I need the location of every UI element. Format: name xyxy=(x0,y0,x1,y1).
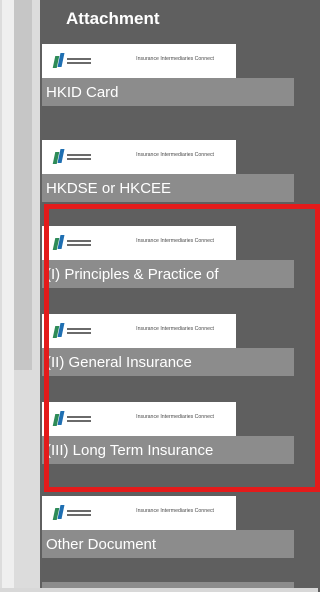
thumbnail-brand-text: Insurance Intermediaries Connect xyxy=(136,56,214,62)
ia-logo-icon xyxy=(52,323,65,339)
ia-logo-icon xyxy=(52,411,65,427)
document-thumbnail[interactable]: Insurance Intermediaries Connect xyxy=(42,314,236,348)
logo-text-lines xyxy=(67,326,91,336)
attachment-label[interactable]: HKDSE or HKCEE xyxy=(42,174,294,202)
document-thumbnail[interactable]: Insurance Intermediaries Connect xyxy=(42,496,236,530)
logo-text-lines xyxy=(67,508,91,518)
attachment-card-long-term-insurance[interactable]: Insurance Intermediaries Connect (III) L… xyxy=(42,402,294,464)
attachment-label[interactable]: (I) Principles & Practice of xyxy=(42,260,294,288)
left-gutter xyxy=(0,0,40,592)
attachment-card-principles[interactable]: Insurance Intermediaries Connect (I) Pri… xyxy=(42,226,294,288)
ia-logo-icon xyxy=(52,149,65,165)
attachment-label[interactable]: (III) Long Term Insurance xyxy=(42,436,294,464)
scrollbar-track[interactable] xyxy=(2,0,14,592)
logo-text-lines xyxy=(67,152,91,162)
attachment-label[interactable]: HKID Card xyxy=(42,78,294,106)
thumbnail-brand-text: Insurance Intermediaries Connect xyxy=(136,238,214,244)
document-thumbnail[interactable]: Insurance Intermediaries Connect xyxy=(42,140,236,174)
bottom-edge xyxy=(0,588,318,592)
attachment-label[interactable]: (II) General Insurance xyxy=(42,348,294,376)
logo-text-lines xyxy=(67,56,91,66)
scrollbar-thumb[interactable] xyxy=(14,0,32,370)
logo-text-lines xyxy=(67,414,91,424)
document-thumbnail[interactable]: Insurance Intermediaries Connect xyxy=(42,226,236,260)
logo-text-lines xyxy=(67,238,91,248)
panel-title: Attachment xyxy=(66,9,160,28)
thumbnail-brand-text: Insurance Intermediaries Connect xyxy=(136,414,214,420)
thumbnail-brand-text: Insurance Intermediaries Connect xyxy=(136,152,214,158)
document-thumbnail[interactable]: Insurance Intermediaries Connect xyxy=(42,402,236,436)
document-thumbnail[interactable]: Insurance Intermediaries Connect xyxy=(42,44,236,78)
ia-logo-icon xyxy=(52,53,65,69)
attachment-card-other-document[interactable]: Insurance Intermediaries Connect Other D… xyxy=(42,496,294,558)
attachment-card-hkdse[interactable]: Insurance Intermediaries Connect HKDSE o… xyxy=(42,140,294,202)
thumbnail-brand-text: Insurance Intermediaries Connect xyxy=(136,326,214,332)
attachment-card-general-insurance[interactable]: Insurance Intermediaries Connect (II) Ge… xyxy=(42,314,294,376)
thumbnail-brand-text: Insurance Intermediaries Connect xyxy=(136,508,214,514)
attachment-card-hkid[interactable]: Insurance Intermediaries Connect HKID Ca… xyxy=(42,44,294,106)
ia-logo-icon xyxy=(52,505,65,521)
attachment-label[interactable]: Other Document xyxy=(42,530,294,558)
ia-logo-icon xyxy=(52,235,65,251)
